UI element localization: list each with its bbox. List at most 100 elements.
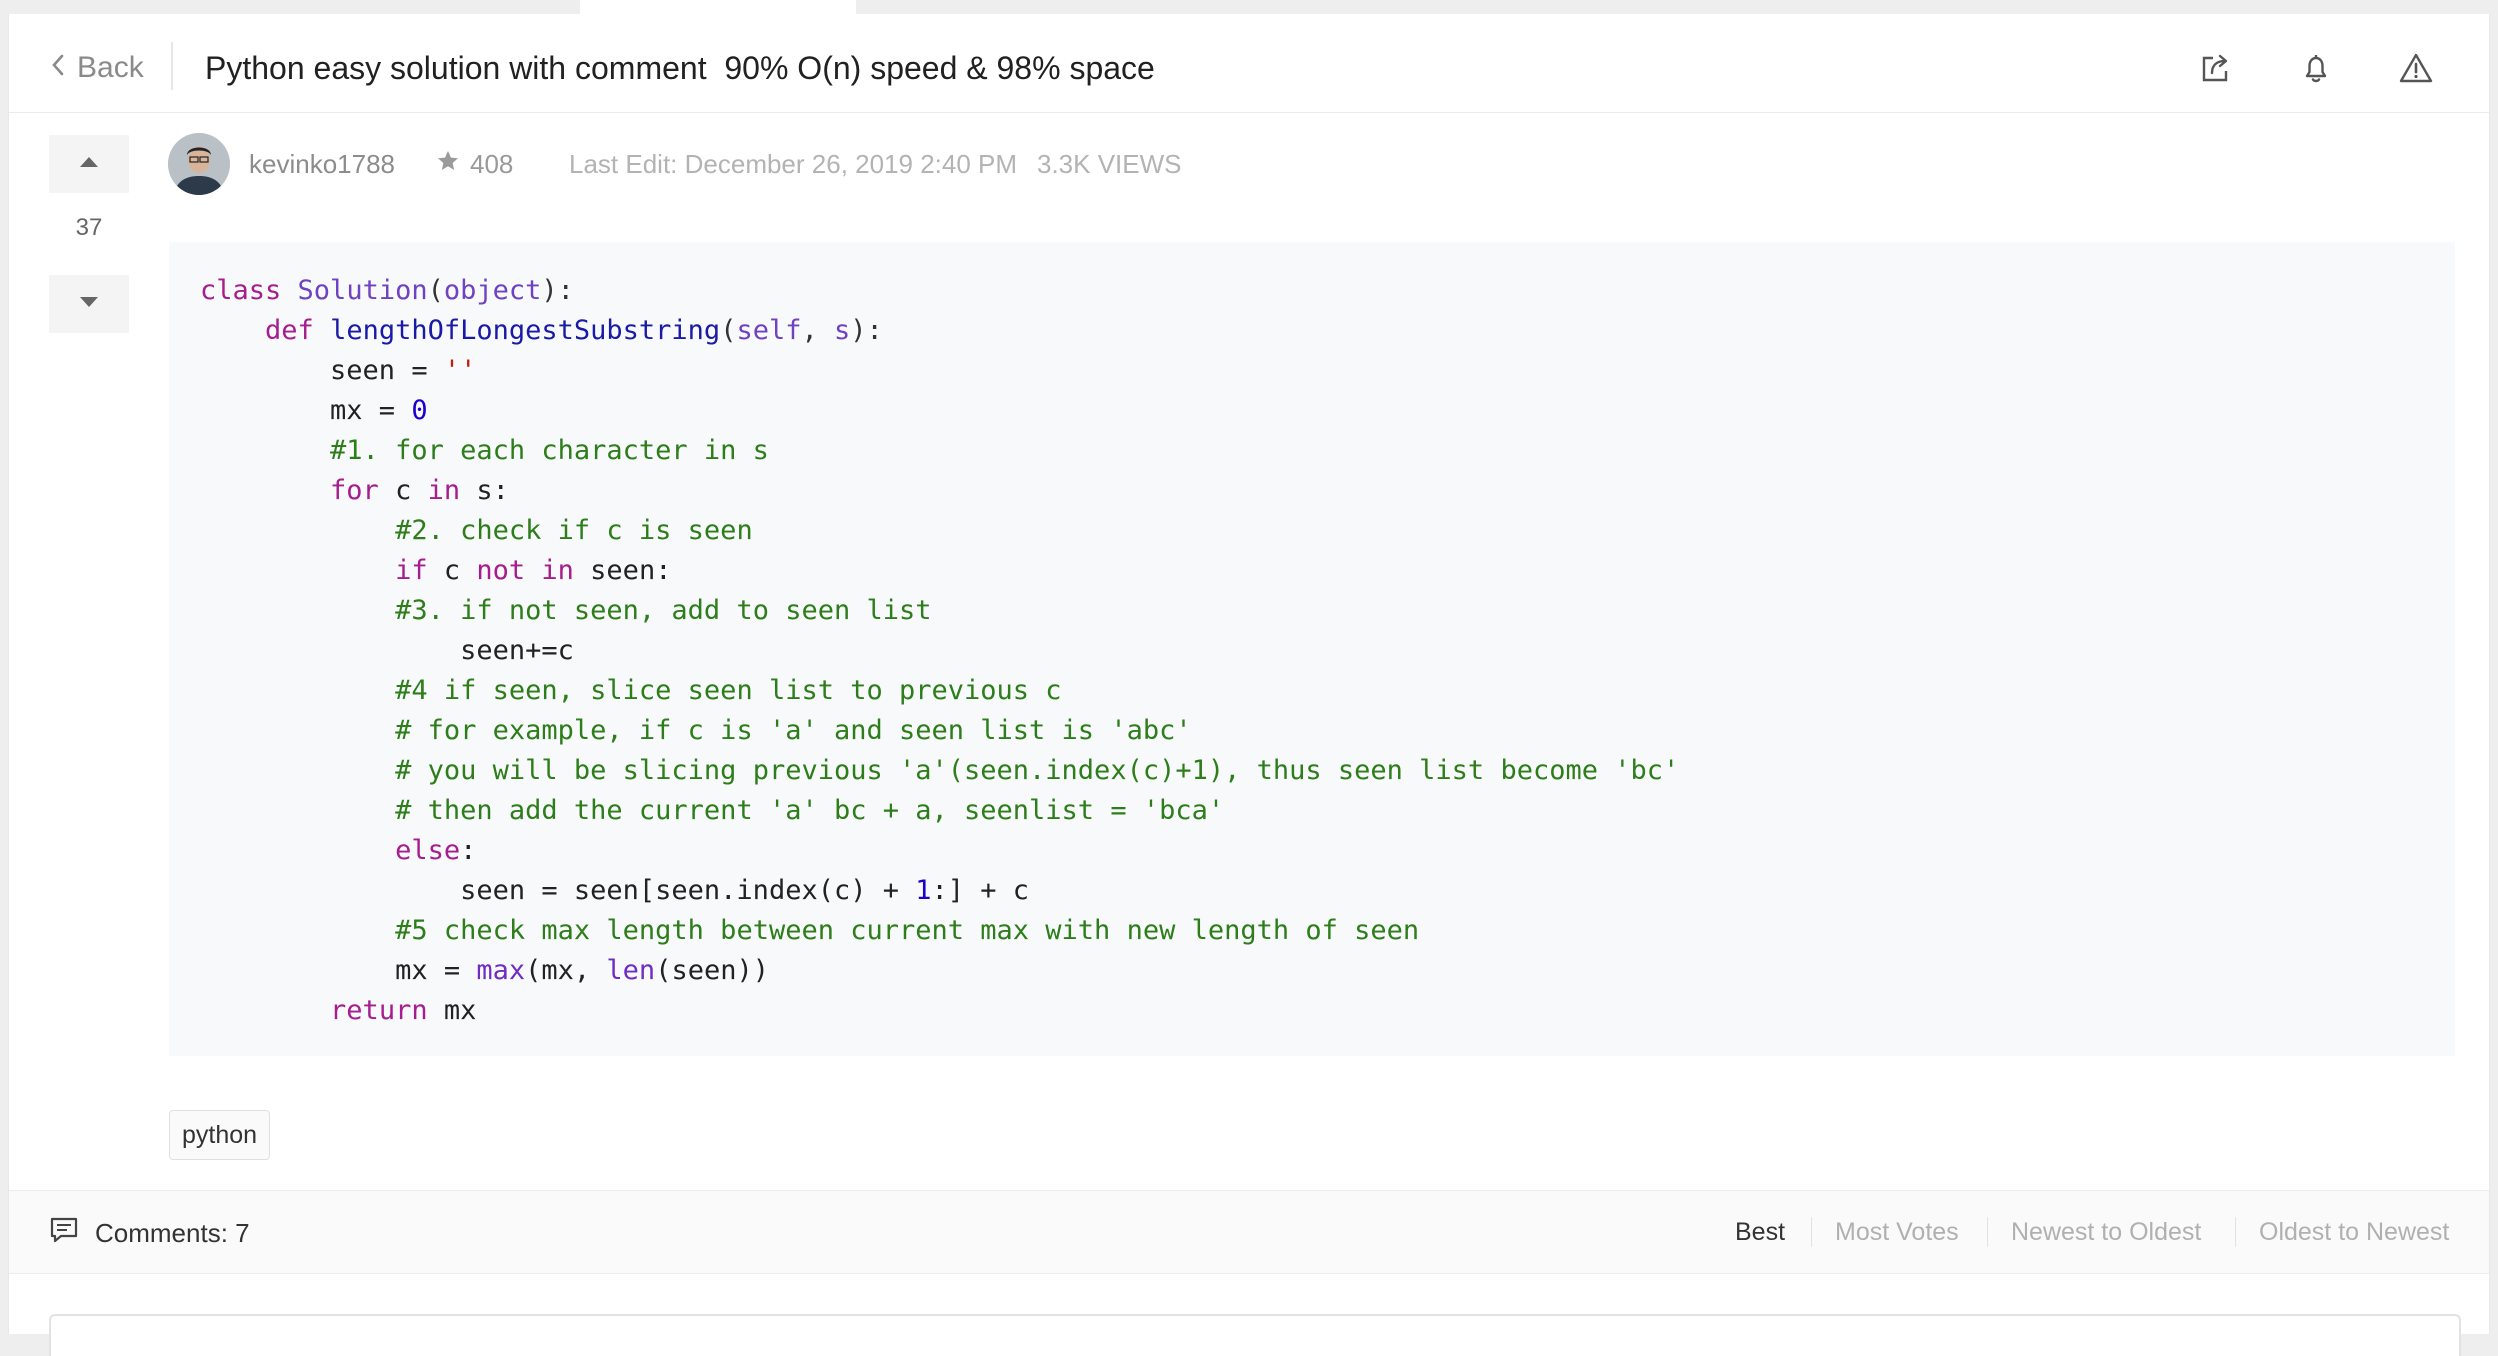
code-token: s: [476,475,509,506]
sort-oldest-to-newest[interactable]: Oldest to Newest [2259,1217,2449,1247]
code-token: Solution [297,275,428,306]
code-token: for [330,475,396,506]
upvote-button[interactable] [49,135,129,193]
caret-up-icon [78,155,100,174]
code-token: in [427,475,477,506]
code-token: '' [443,355,477,386]
code-token: ( [720,315,737,346]
discussion-panel: Back Python easy solution with comment 9… [8,14,2490,1356]
code-block: class Solution(object): def lengthOfLong… [169,242,2455,1056]
code-line: # you will be slicing previous 'a'(seen.… [200,751,2455,791]
comment-input[interactable] [49,1314,2461,1356]
bell-icon[interactable] [2292,44,2340,92]
chevron-left-icon [51,51,77,85]
post-title: Python easy solution with comment 90% O(… [205,50,1155,86]
code-line: def lengthOfLongestSubstring(self, s): [200,311,2455,351]
code-line: else: [200,831,2455,871]
back-button[interactable]: Back [51,48,144,88]
sort-newest-to-oldest[interactable]: Newest to Oldest [2011,1217,2201,1247]
sort-divider [1811,1217,1812,1247]
code-token: c [395,475,428,506]
code-line: #4 if seen, slice seen list to previous … [200,671,2455,711]
downvote-button[interactable] [49,275,129,333]
code-token: #2. check if c is seen [395,515,753,546]
header-divider [171,42,173,90]
code-token: mx = [200,955,477,986]
code-line: mx = 0 [200,391,2455,431]
code-token: len [606,955,656,986]
code-token: (seen)) [655,955,769,986]
code-line: #1. for each character in s [200,431,2455,471]
code-token: def [265,315,331,346]
sort-divider [2235,1217,2236,1247]
code-token: : [460,835,477,866]
sort-best[interactable]: Best [1735,1217,1785,1247]
last-edit-time: Last Edit: December 26, 2019 2:40 PM [569,149,1018,179]
post-header: Back Python easy solution with comment 9… [9,14,2489,113]
reputation-value: 408 [470,149,514,179]
code-token: lengthOfLongestSubstring [330,315,721,346]
code-token: #5 check max length between current max … [395,915,1420,946]
code-token: s [834,315,851,346]
comments-count: Comments: 7 [49,1216,250,1251]
tag-python[interactable]: python [169,1110,271,1160]
comments-bar: Comments: 7 Best Most Votes Newest to Ol… [9,1190,2489,1274]
code-token: :] + c [931,875,1030,906]
code-token: #3. if not seen, add to seen list [395,595,932,626]
code-line: return mx [200,991,2455,1031]
report-warning-icon[interactable] [2392,44,2440,92]
code-token: seen = [200,355,444,386]
caret-down-icon [78,295,100,314]
code-token: ( [427,275,444,306]
code-line: for c in s: [200,471,2455,511]
code-token: seen+=c [200,635,574,666]
code-token: # then add the current 'a' bc + a, seenl… [395,795,1225,826]
code-line: seen+=c [200,631,2455,671]
author-reputation: 408 [436,148,513,180]
code-token: return [330,995,444,1026]
code-token: seen: [590,555,672,586]
vote-count: 37 [75,214,103,241]
view-count: 3.3K VIEWS [1037,149,1182,179]
code-line: if c not in seen: [200,551,2455,591]
star-icon [436,148,470,180]
code-token: , [801,315,835,346]
comment-icon [49,1216,95,1251]
sort-most-votes[interactable]: Most Votes [1835,1217,1959,1247]
code-line: seen = '' [200,351,2455,391]
code-token: class [200,275,298,306]
code-token: object [443,275,542,306]
code-token: self [736,315,802,346]
code-line: class Solution(object): [200,271,2455,311]
sort-divider [1987,1217,1988,1247]
code-line: # for example, if c is 'a' and seen list… [200,711,2455,751]
code-token: ): [541,275,574,306]
share-icon[interactable] [2192,44,2240,92]
code-token: 0 [411,395,428,426]
code-token: seen = seen[seen.index(c) + [200,875,916,906]
code-token: #4 if seen, slice seen list to previous … [395,675,1062,706]
author-avatar[interactable] [168,133,230,195]
browser-tab[interactable] [580,0,856,14]
code-token: mx [443,995,477,1026]
code-line: seen = seen[seen.index(c) + 1:] + c [200,871,2455,911]
code-token: max [476,955,526,986]
code-token: # for example, if c is 'a' and seen list… [395,715,1192,746]
code-token: ): [850,315,883,346]
author-name[interactable]: kevinko1788 [249,148,395,180]
code-token: not in [476,555,591,586]
back-label: Back [77,51,144,84]
code-token: # you will be slicing previous 'a'(seen.… [395,755,1680,786]
code-line: #2. check if c is seen [200,511,2455,551]
